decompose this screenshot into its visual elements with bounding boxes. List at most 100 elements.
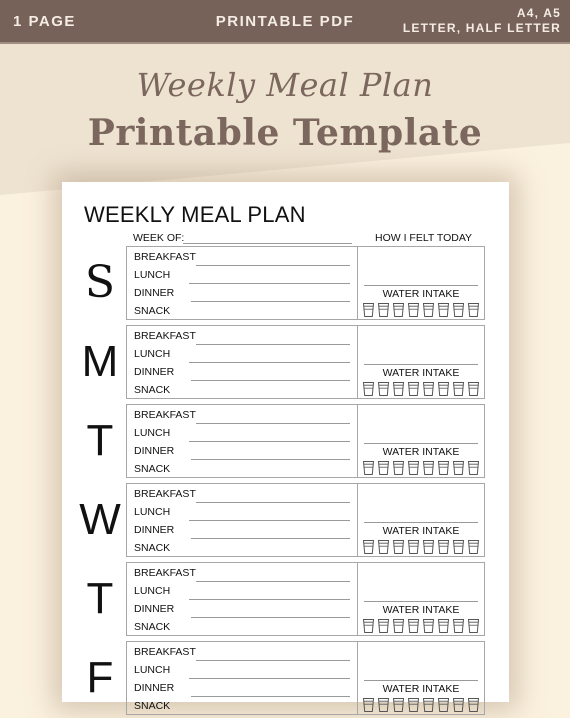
felt-write-line[interactable] [364, 443, 478, 444]
meal-write-line[interactable] [189, 599, 350, 600]
meal-entry[interactable]: BREAKFAST [134, 644, 354, 662]
water-glass-icon[interactable] [467, 381, 480, 397]
water-glass-icon[interactable] [422, 381, 435, 397]
water-glass-icon[interactable] [467, 460, 480, 476]
water-glass-icon[interactable] [437, 618, 450, 634]
meal-write-line[interactable] [189, 678, 350, 679]
water-glass-icon[interactable] [407, 697, 420, 713]
water-glass-icon[interactable] [392, 381, 405, 397]
meal-entry[interactable]: BREAKFAST [134, 328, 354, 346]
water-glass-icon[interactable] [362, 302, 375, 318]
meal-entry[interactable]: DINNER [134, 522, 354, 540]
water-glass-icon[interactable] [377, 381, 390, 397]
water-glass-icon[interactable] [467, 539, 480, 555]
water-glass-icon[interactable] [392, 460, 405, 476]
meal-write-line[interactable] [196, 660, 350, 661]
meal-entry[interactable]: LUNCH [134, 346, 354, 364]
water-glass-icon[interactable] [452, 539, 465, 555]
meal-write-line[interactable] [196, 265, 350, 266]
water-glass-icon[interactable] [377, 697, 390, 713]
meal-entry[interactable]: SNACK [134, 698, 354, 716]
meal-entry[interactable]: SNACK [134, 461, 354, 479]
meal-write-line[interactable] [191, 380, 350, 381]
water-glass-icon[interactable] [362, 539, 375, 555]
water-glass-icon[interactable] [437, 302, 450, 318]
meal-write-line[interactable] [196, 581, 350, 582]
water-glass-icon[interactable] [392, 302, 405, 318]
felt-write-line[interactable] [364, 601, 478, 602]
meal-entry[interactable]: DINNER [134, 364, 354, 382]
meal-write-line[interactable] [191, 538, 350, 539]
water-glass-icon[interactable] [452, 381, 465, 397]
water-glass-icon[interactable] [422, 460, 435, 476]
water-glass-icon[interactable] [422, 618, 435, 634]
water-glass-icon[interactable] [422, 539, 435, 555]
meal-entry[interactable]: DINNER [134, 601, 354, 619]
water-glass-icon[interactable] [377, 618, 390, 634]
meal-entry[interactable]: LUNCH [134, 425, 354, 443]
water-glass-icon[interactable] [422, 697, 435, 713]
water-glass-icon[interactable] [407, 381, 420, 397]
water-glass-icon[interactable] [467, 618, 480, 634]
meal-entry[interactable]: LUNCH [134, 662, 354, 680]
water-glass-icon[interactable] [407, 302, 420, 318]
felt-write-line[interactable] [364, 285, 478, 286]
water-glass-icon[interactable] [392, 697, 405, 713]
meal-entry[interactable]: SNACK [134, 540, 354, 558]
water-glass-icon[interactable] [437, 539, 450, 555]
meal-entry[interactable]: LUNCH [134, 267, 354, 285]
water-glass-icon[interactable] [452, 302, 465, 318]
meal-entry[interactable]: LUNCH [134, 504, 354, 522]
water-glass-icon[interactable] [407, 539, 420, 555]
water-glass-icon[interactable] [452, 460, 465, 476]
water-glass-icon[interactable] [467, 302, 480, 318]
water-glass-icon[interactable] [422, 302, 435, 318]
meal-entry[interactable]: LUNCH [134, 583, 354, 601]
meal-write-line[interactable] [189, 441, 350, 442]
meal-entry[interactable]: SNACK [134, 382, 354, 400]
water-glass-icon[interactable] [437, 697, 450, 713]
water-glass-icon[interactable] [377, 539, 390, 555]
meal-write-line[interactable] [189, 520, 350, 521]
meal-entry[interactable]: DINNER [134, 443, 354, 461]
meal-entry[interactable]: BREAKFAST [134, 407, 354, 425]
water-glass-icon[interactable] [452, 618, 465, 634]
meal-write-line[interactable] [196, 423, 350, 424]
meal-entry[interactable]: DINNER [134, 285, 354, 303]
day-letter: W [79, 495, 121, 544]
water-glass-icon[interactable] [377, 460, 390, 476]
water-glass-icon[interactable] [407, 460, 420, 476]
meal-write-line[interactable] [191, 696, 350, 697]
water-glass-icon[interactable] [362, 618, 375, 634]
meal-write-line[interactable] [191, 459, 350, 460]
meal-entry[interactable]: BREAKFAST [134, 249, 354, 267]
felt-write-line[interactable] [364, 680, 478, 681]
water-glass-icon[interactable] [392, 618, 405, 634]
meal-entry[interactable]: BREAKFAST [134, 486, 354, 504]
water-glasses [362, 302, 482, 318]
water-glass-icon[interactable] [392, 539, 405, 555]
meal-label: BREAKFAST [134, 330, 196, 342]
water-glass-icon[interactable] [452, 697, 465, 713]
meal-entry[interactable]: SNACK [134, 303, 354, 321]
water-glass-icon[interactable] [407, 618, 420, 634]
water-glass-icon[interactable] [377, 302, 390, 318]
meal-write-line[interactable] [196, 344, 350, 345]
meal-write-line[interactable] [189, 362, 350, 363]
felt-write-line[interactable] [364, 364, 478, 365]
water-glass-icon[interactable] [362, 697, 375, 713]
water-glass-icon[interactable] [362, 381, 375, 397]
meal-write-line[interactable] [196, 502, 350, 503]
water-glass-icon[interactable] [467, 697, 480, 713]
meal-write-line[interactable] [191, 617, 350, 618]
meal-entry[interactable]: SNACK [134, 619, 354, 637]
sizes-line-2: LETTER, HALF LETTER [402, 21, 561, 35]
water-glass-icon[interactable] [437, 381, 450, 397]
felt-write-line[interactable] [364, 522, 478, 523]
meal-write-line[interactable] [189, 283, 350, 284]
meal-write-line[interactable] [191, 301, 350, 302]
water-glass-icon[interactable] [362, 460, 375, 476]
water-glass-icon[interactable] [437, 460, 450, 476]
meal-entry[interactable]: BREAKFAST [134, 565, 354, 583]
meal-entry[interactable]: DINNER [134, 680, 354, 698]
